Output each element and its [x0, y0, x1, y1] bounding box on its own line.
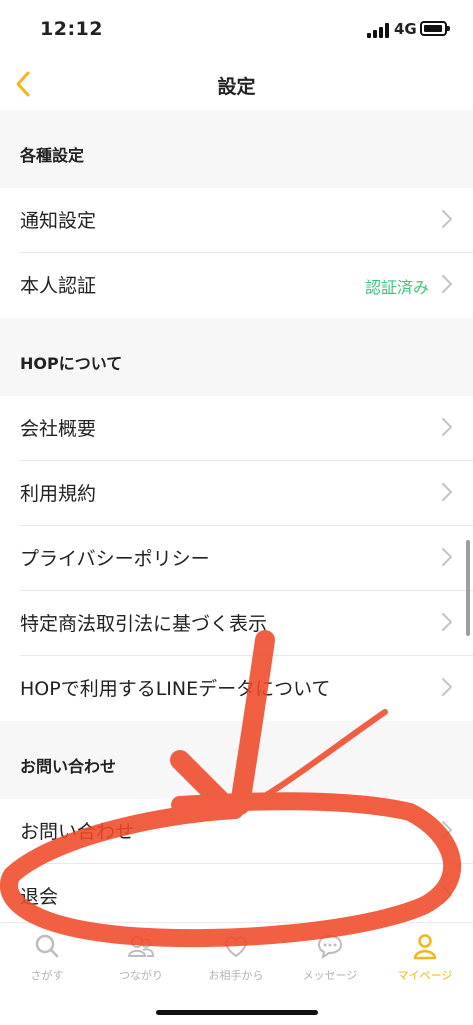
row-label: 本人認証 — [20, 275, 97, 297]
settings-list: 各種設定 通知設定 本人認証 認証済み HOPについて 会社概要 利用規約 プラ… — [0, 110, 473, 929]
chevron-right-icon — [441, 676, 453, 698]
tab-search[interactable]: さがす — [0, 931, 94, 995]
person-icon — [413, 934, 437, 960]
row-terms-of-use[interactable]: 利用規約 — [0, 461, 473, 526]
tab-label: メッセージ — [302, 969, 358, 982]
row-label: HOPで利用するLINEデータについて — [20, 678, 331, 700]
row-label: 退会 — [20, 886, 59, 908]
chevron-right-icon — [441, 273, 453, 295]
row-privacy-policy[interactable]: プライバシーポリシー — [0, 526, 473, 591]
chevron-right-icon — [441, 819, 453, 841]
verified-status: 認証済み — [364, 278, 429, 297]
section-header-label: HOPについて — [20, 354, 123, 373]
heart-icon — [225, 936, 247, 958]
row-label: 通知設定 — [20, 210, 97, 232]
home-indicator — [156, 1010, 318, 1015]
row-label: 会社概要 — [20, 418, 97, 440]
row-identity-verification[interactable]: 本人認証 認証済み — [0, 253, 473, 318]
row-company-overview[interactable]: 会社概要 — [0, 396, 473, 461]
row-label: プライバシーポリシー — [20, 548, 210, 570]
chevron-right-icon — [441, 884, 453, 906]
row-contact[interactable]: お問い合わせ — [0, 799, 473, 864]
signal-icon — [367, 22, 389, 38]
tab-my-page[interactable]: マイページ — [378, 931, 472, 995]
status-bar: 12:12 4G — [0, 0, 473, 60]
scrollbar[interactable] — [466, 540, 470, 636]
chevron-right-icon — [441, 546, 453, 568]
row-label: 利用規約 — [20, 483, 97, 505]
section-header-label: 各種設定 — [20, 146, 85, 165]
status-time: 12:12 — [40, 18, 103, 40]
row-withdraw[interactable]: 退会 — [0, 864, 473, 929]
row-label: お問い合わせ — [20, 821, 135, 843]
people-icon — [127, 936, 155, 957]
chevron-right-icon — [441, 481, 453, 503]
tab-label: つながり — [119, 969, 163, 982]
chevron-right-icon — [441, 611, 453, 633]
section-header-label: お問い合わせ — [20, 757, 117, 776]
row-label: 特定商法取引法に基づく表示 — [20, 613, 268, 635]
row-line-data[interactable]: HOPで利用するLINEデータについて — [0, 656, 473, 721]
tab-messages[interactable]: メッセージ — [283, 931, 377, 995]
tab-label: お相手から — [208, 969, 264, 982]
battery-icon — [420, 21, 450, 36]
network-type: 4G — [394, 20, 417, 38]
chevron-right-icon — [441, 416, 453, 438]
tab-label: マイページ — [397, 969, 453, 982]
search-icon — [35, 934, 59, 958]
tab-bar: さがす つながり お相手から メッセージ マイページ — [0, 922, 473, 1025]
section-header-contact: お問い合わせ — [0, 721, 473, 799]
navigation-bar: 設定 — [0, 60, 473, 108]
tab-connections[interactable]: つながり — [94, 931, 188, 995]
tab-label: さがす — [30, 969, 64, 982]
section-header-about-hop: HOPについて — [0, 318, 473, 396]
chevron-right-icon — [441, 208, 453, 230]
page-title: 設定 — [217, 76, 256, 98]
section-header-settings: 各種設定 — [0, 110, 473, 188]
chat-icon — [317, 934, 343, 960]
tab-from-partner[interactable]: お相手から — [189, 931, 283, 995]
row-notification-settings[interactable]: 通知設定 — [0, 188, 473, 253]
row-commercial-transactions[interactable]: 特定商法取引法に基づく表示 — [0, 591, 473, 656]
